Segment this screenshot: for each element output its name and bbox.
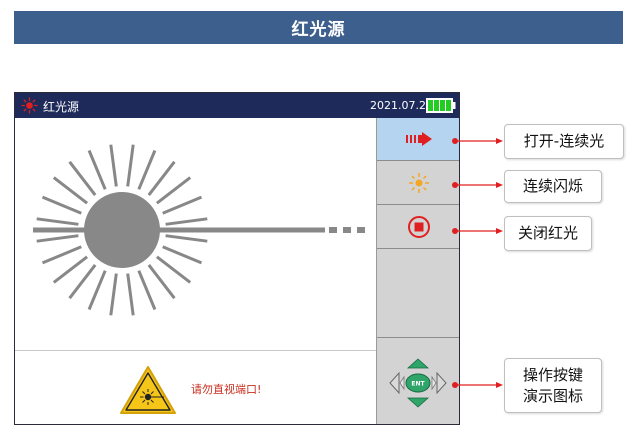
device-screen: 红光源 2021.07.20 请勿直视端口! ENT <box>14 92 460 425</box>
light-ray <box>162 245 203 265</box>
flash-icon <box>408 173 429 193</box>
callout-close-red-light: 关闭红光 <box>504 216 592 251</box>
page-banner: 红光源 <box>14 11 623 44</box>
status-bar: 红光源 2021.07.20 <box>15 93 459 118</box>
continuous-light-button[interactable] <box>377 118 459 161</box>
light-ray <box>36 217 79 226</box>
light-ray <box>126 144 135 187</box>
flash-button[interactable] <box>377 162 459 205</box>
stop-button[interactable] <box>377 206 459 249</box>
callout-open-continuous: 打开-连续光 <box>504 124 624 159</box>
callout-close-red-light-text: 关闭红光 <box>517 224 578 242</box>
light-ray <box>52 255 89 284</box>
light-ray <box>36 234 79 243</box>
laser-icon <box>21 97 38 114</box>
dpad-icon[interactable]: ENT <box>386 357 450 409</box>
callout-key-demo-line1: 操作按键 <box>522 365 583 384</box>
warning-text: 请勿直视端口! <box>191 383 262 396</box>
callout-key-demo-line2: 演示图标 <box>522 386 583 405</box>
light-ray <box>126 273 135 316</box>
red-light-on-arrow-icon <box>405 132 432 146</box>
callout-key-demo: 操作按键 演示图标 <box>504 358 602 413</box>
light-ray <box>165 234 208 243</box>
light-ray <box>137 270 157 311</box>
light-ray <box>68 263 97 300</box>
function-sidebar: ENT <box>376 118 459 424</box>
light-source-graphic <box>33 144 365 316</box>
screen-title: 红光源 <box>43 100 80 114</box>
light-ray <box>147 263 176 300</box>
light-ray <box>147 160 176 197</box>
light-ray <box>155 255 192 284</box>
light-ray <box>41 245 82 265</box>
light-ray <box>137 149 157 190</box>
banner-title: 红光源 <box>291 20 346 40</box>
ent-label: ENT <box>411 381 425 388</box>
callout-open-continuous-text: 打开-连续光 <box>523 132 605 150</box>
callout-continuous-flash: 连续闪烁 <box>504 170 602 203</box>
date-display: 2021.07.20 <box>370 99 433 112</box>
empty-slot <box>377 250 459 338</box>
light-ray <box>109 144 118 187</box>
light-ray <box>87 270 107 311</box>
light-ray <box>109 273 118 316</box>
light-display <box>15 118 376 350</box>
light-ray <box>87 149 107 190</box>
light-ray <box>155 176 192 205</box>
light-ray <box>41 195 82 215</box>
warning-area: 请勿直视端口! <box>15 350 376 424</box>
light-ray <box>68 160 97 197</box>
light-ray <box>165 217 208 226</box>
light-ray <box>52 176 89 205</box>
callout-continuous-flash-text: 连续闪烁 <box>522 177 583 195</box>
light-ray <box>162 195 203 215</box>
stop-icon <box>407 216 430 238</box>
laser-warning-icon <box>120 366 176 414</box>
battery-icon <box>426 98 456 113</box>
